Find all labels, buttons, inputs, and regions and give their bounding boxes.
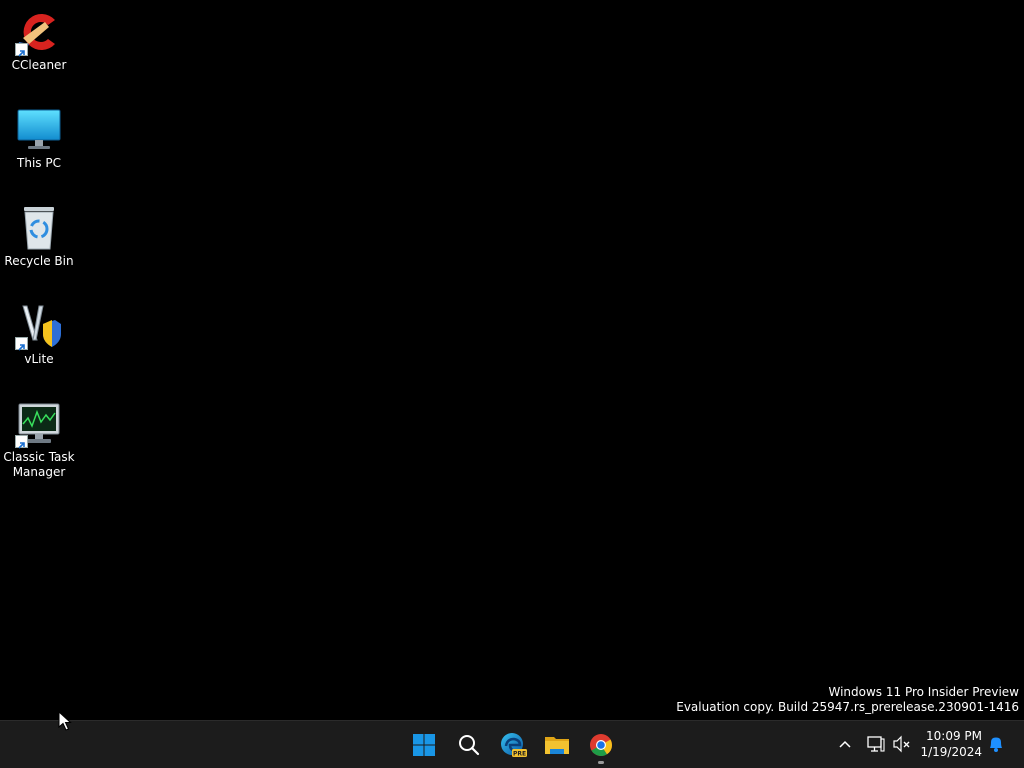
desktop-icon-vlite[interactable]: vLite (2, 302, 76, 367)
evaluation-watermark: Windows 11 Pro Insider Preview Evaluatio… (676, 685, 1019, 715)
vlite-icon (15, 302, 63, 351)
desktop-icon-recycle-bin[interactable]: Recycle Bin (2, 204, 76, 269)
watermark-line-2: Evaluation copy. Build 25947.rs_prerelea… (676, 700, 1019, 714)
file-explorer-button[interactable] (539, 727, 575, 763)
clock[interactable]: 10:09 PM 1/19/2024 (912, 728, 982, 760)
task-manager-icon (15, 400, 63, 449)
watermark-line-1: Windows 11 Pro Insider Preview (828, 685, 1019, 699)
search-icon (459, 735, 480, 756)
edge-pre-button[interactable]: PRE (495, 727, 531, 763)
shortcut-arrow-icon (15, 43, 28, 57)
recycle-bin-icon (15, 204, 63, 252)
computer-monitor-icon (15, 106, 63, 154)
folder-icon (545, 737, 569, 754)
show-hidden-icons-button[interactable] (834, 733, 856, 755)
shortcut-arrow-icon (15, 337, 28, 351)
edge-pre-badge: PRE (513, 751, 526, 758)
desktop[interactable]: CCleaner This PC Recycle Bin vLite Class… (0, 0, 1024, 720)
ccleaner-icon (15, 8, 63, 57)
desktop-icon-this-pc[interactable]: This PC (2, 106, 76, 171)
network-icon (867, 736, 885, 752)
clock-date: 1/19/2024 (920, 745, 982, 759)
clock-time: 10:09 PM (926, 729, 982, 743)
shortcut-arrow-icon (15, 435, 28, 449)
icon-label: This PC (17, 156, 61, 170)
chevron-up-icon (839, 740, 851, 748)
notifications-button[interactable] (985, 733, 1007, 755)
icon-label: Recycle Bin (4, 254, 74, 268)
edge-pre-icon: PRE (501, 733, 527, 758)
bell-icon (990, 737, 1002, 752)
chrome-button[interactable] (583, 727, 619, 764)
volume-button[interactable] (891, 733, 913, 755)
icon-label: Classic Task Manager (3, 450, 75, 479)
desktop-icon-classic-task-manager[interactable]: Classic Task Manager (2, 400, 76, 480)
volume-muted-icon (893, 735, 910, 753)
windows-logo-icon (413, 734, 435, 756)
chrome-icon (590, 734, 612, 756)
taskbar: PRE 10:09 PM 1/19/2024 (0, 720, 1024, 768)
running-indicator (598, 761, 604, 764)
start-button[interactable] (406, 727, 442, 763)
mouse-cursor-icon (58, 711, 72, 731)
desktop-icon-ccleaner[interactable]: CCleaner (2, 8, 76, 73)
network-button[interactable] (865, 733, 887, 755)
icon-label: vLite (24, 352, 54, 366)
search-button[interactable] (451, 727, 487, 763)
icon-label: CCleaner (11, 58, 67, 72)
